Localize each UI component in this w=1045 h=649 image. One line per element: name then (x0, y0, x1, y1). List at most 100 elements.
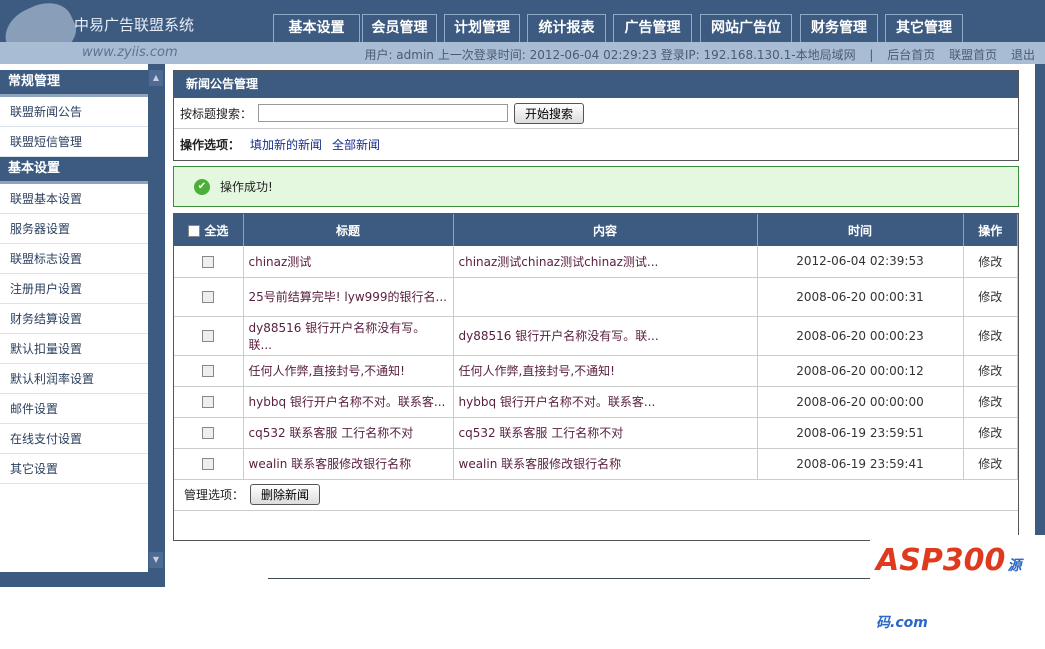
success-text: 操作成功! (220, 180, 273, 194)
sidebar-item[interactable]: 财务结算设置 (0, 304, 148, 334)
select-all-header[interactable]: 全选 (174, 214, 244, 246)
row-checkbox[interactable] (202, 365, 215, 377)
sidebar-item[interactable]: 联盟基本设置 (0, 184, 148, 214)
row-checkbox[interactable] (202, 255, 215, 268)
check-icon: ✔ (194, 178, 210, 195)
all-news-link[interactable]: 全部新闻 (332, 136, 380, 153)
select-all-checkbox[interactable] (188, 225, 201, 237)
edit-link[interactable]: 修改 (963, 386, 1018, 418)
sidebar-section-header[interactable]: 基本设置 (0, 157, 148, 184)
row-time: 2008-06-20 00:00:00 (757, 386, 964, 418)
sidebar-h-scrollbar[interactable] (0, 572, 165, 587)
sidebar-item[interactable]: 联盟短信管理 (0, 127, 148, 157)
sidebar-item[interactable]: 服务器设置 (0, 214, 148, 244)
row-select[interactable] (174, 448, 244, 480)
link-admin-home[interactable]: 后台首页 (887, 48, 935, 62)
footer-divider (268, 578, 870, 579)
tab-7[interactable]: 其它管理 (885, 14, 963, 42)
col-time: 时间 (757, 214, 964, 246)
row-title: hybbq 银行开户名称不对。联系客... (243, 386, 454, 418)
panel-title: 新闻公告管理 (174, 71, 1018, 98)
sidebar-item[interactable]: 联盟标志设置 (0, 244, 148, 274)
search-button[interactable]: 开始搜索 (514, 102, 585, 124)
delete-news-button[interactable]: 删除新闻 (250, 484, 321, 505)
sidebar-item[interactable]: 默认利润率设置 (0, 364, 148, 394)
row-content: chinaz测试chinaz测试chinaz测试... (453, 246, 758, 278)
logo-url: www.zyiis.com (82, 45, 178, 60)
sidebar-item[interactable]: 邮件设置 (0, 394, 148, 424)
tab-2[interactable]: 计划管理 (444, 14, 520, 42)
table-row: 任何人作弊,直接封号,不通知! 任何人作弊,直接封号,不通知! 2008-06-… (174, 355, 1018, 387)
tab-4[interactable]: 广告管理 (613, 14, 692, 42)
row-select[interactable] (174, 355, 244, 387)
search-input[interactable] (258, 104, 509, 122)
col-content: 内容 (453, 214, 758, 246)
sidebar-section-header[interactable]: 常规管理 (0, 70, 148, 97)
edit-link[interactable]: 修改 (963, 448, 1018, 480)
table-row: hybbq 银行开户名称不对。联系客... hybbq 银行开户名称不对。联系客… (174, 386, 1018, 418)
edit-link[interactable]: 修改 (963, 246, 1018, 278)
row-title: dy88516 银行开户名称没有写。联... (243, 316, 454, 356)
sidebar-item[interactable]: 其它设置 (0, 454, 148, 484)
sidebar-item[interactable]: 在线支付设置 (0, 424, 148, 454)
edit-link[interactable]: 修改 (963, 277, 1018, 317)
main-scrollbar[interactable] (1035, 64, 1045, 587)
row-content: dy88516 银行开户名称没有写。联... (453, 316, 758, 356)
news-table: 全选 标题 内容 时间 操作 chinaz测试 chinaz测试chinaz测试… (174, 214, 1018, 480)
row-select[interactable] (174, 316, 244, 356)
row-time: 2008-06-20 00:00:12 (757, 355, 964, 387)
col-action: 操作 (963, 214, 1018, 246)
tab-6[interactable]: 财务管理 (800, 14, 878, 42)
table-row: 25号前结算完毕! lyw999的银行名... 2008-06-20 00:00… (174, 277, 1018, 317)
add-news-link[interactable]: 填加新的新闻 (250, 136, 322, 153)
row-content: cq532 联系客服 工行名称不对 (453, 417, 758, 449)
row-checkbox[interactable] (202, 427, 215, 439)
separator: | (869, 48, 874, 62)
row-title: 任何人作弊,直接封号,不通知! (243, 355, 454, 387)
scroll-down-icon[interactable]: ▼ (149, 552, 163, 568)
sidebar-item[interactable]: 默认扣量设置 (0, 334, 148, 364)
options-label: 操作选项： (180, 138, 241, 152)
edit-link[interactable]: 修改 (963, 316, 1018, 356)
link-union-home[interactable]: 联盟首页 (949, 48, 997, 62)
row-content: wealin 联系客服修改银行名称 (453, 448, 758, 480)
row-select[interactable] (174, 417, 244, 449)
tab-0[interactable]: 基本设置 (273, 14, 360, 42)
row-title: wealin 联系客服修改银行名称 (243, 448, 454, 480)
header: 中易广告联盟系统 基本设置 会员管理 计划管理 统计报表 广告管理 网站广告位 财务管理 其它… (0, 0, 1045, 71)
tab-3[interactable]: 统计报表 (527, 14, 606, 42)
row-checkbox[interactable] (202, 458, 215, 470)
row-checkbox[interactable] (202, 330, 215, 342)
user-info: 用户: admin 上一次登录时间: 2012-06-04 02:29:23 登… (364, 48, 856, 62)
row-time: 2008-06-20 00:00:23 (757, 316, 964, 356)
col-title: 标题 (243, 214, 454, 246)
sidebar-item[interactable]: 联盟新闻公告 (0, 97, 148, 127)
sidebar: 常规管理 联盟新闻公告 联盟短信管理 基本设置 联盟基本设置 服务器设置 联盟标志设置 注册用… (0, 70, 148, 572)
select-all-label: 全选 (204, 223, 229, 238)
manage-label: 管理选项： (184, 488, 245, 502)
edit-link[interactable]: 修改 (963, 355, 1018, 387)
table-row: dy88516 银行开户名称没有写。联... dy88516 银行开户名称没有写… (174, 316, 1018, 356)
row-select[interactable] (174, 277, 244, 317)
link-logout[interactable]: 退出 (1011, 48, 1035, 62)
row-select[interactable] (174, 246, 244, 278)
row-checkbox[interactable] (202, 291, 215, 303)
scroll-up-icon[interactable]: ▲ (149, 70, 163, 86)
tab-1[interactable]: 会员管理 (362, 14, 437, 42)
table-row: wealin 联系客服修改银行名称 wealin 联系客服修改银行名称 2008… (174, 448, 1018, 480)
row-checkbox[interactable] (202, 396, 215, 408)
row-content: hybbq 银行开户名称不对。联系客... (453, 386, 758, 418)
row-select[interactable] (174, 386, 244, 418)
row-content (453, 277, 758, 317)
row-time: 2008-06-19 23:59:41 (757, 448, 964, 480)
info-bar: www.zyiis.com 用户: admin 上一次登录时间: 2012-06… (0, 42, 1045, 64)
table-row: cq532 联系客服 工行名称不对 cq532 联系客服 工行名称不对 2008… (174, 417, 1018, 449)
row-time: 2012-06-04 02:39:53 (757, 246, 964, 278)
sidebar-item[interactable]: 注册用户设置 (0, 274, 148, 304)
edit-link[interactable]: 修改 (963, 417, 1018, 449)
watermark-logo: ASP300 源码.com (870, 535, 1045, 631)
sidebar-scrollbar[interactable]: ▲ ▼ (148, 64, 165, 572)
tab-5[interactable]: 网站广告位 (700, 14, 792, 42)
row-title: 25号前结算完毕! lyw999的银行名... (243, 277, 454, 317)
row-title: cq532 联系客服 工行名称不对 (243, 417, 454, 449)
